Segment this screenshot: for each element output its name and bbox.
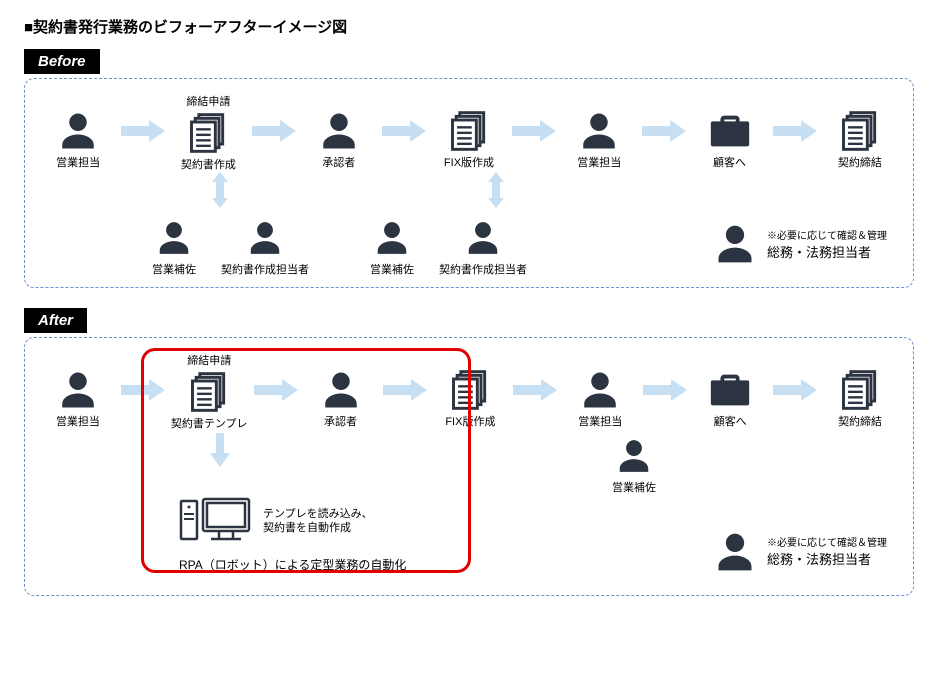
node-doc-signed: 契約締結 [823,93,897,170]
node-assist-1b: 契約書作成担当者 [215,214,315,277]
before-note: ※必要に応じて確認＆管理 総務・法務担当者 [713,222,887,269]
briefcase-icon [706,107,754,155]
arrow-icon [642,107,686,155]
briefcase-icon [706,366,754,414]
before-flow: 営業担当 締結申請 契約書作成 承認者 [41,93,897,172]
person-icon [713,222,757,269]
node-sales-2: 営業担当 [562,93,636,170]
arrow-icon [512,107,556,155]
node-assist-2a: 営業補佐 [357,214,427,277]
node-after-assist: 営業補佐 [593,432,675,495]
person-icon [150,214,198,262]
person-icon [315,107,363,155]
person-icon [241,214,289,262]
node-customer: 顧客へ [693,352,767,429]
person-icon [610,432,658,480]
before-panel: 営業担当 締結申請 契約書作成 承認者 [24,78,914,288]
after-label: After [24,308,87,333]
arrow-icon [773,107,817,155]
node-customer: 顧客へ [692,93,766,170]
page-title: ■契約書発行業務のビフォーアフターイメージ図 [24,16,914,37]
documents-icon [836,366,884,414]
arrow-icon [513,366,557,414]
node-doc-signed: 契約締結 [823,352,897,429]
node-sales-1: 営業担当 [41,352,115,429]
documents-icon [836,107,884,155]
after-panel: 営業担当 締結申請 契約書テンプレ 承認者 FIX版作成 営業担当 [24,337,914,595]
node-sales-2: 営業担当 [563,352,637,429]
documents-icon [184,109,232,157]
double-arrow-icon [472,172,520,208]
person-icon [368,214,416,262]
node-approver: 承認者 [302,93,376,170]
person-icon [713,530,757,577]
before-label: Before [24,49,100,74]
person-icon [54,366,102,414]
person-icon [575,107,623,155]
person-icon [459,214,507,262]
rpa-highlight-box [141,348,471,573]
node-assist-1a: 営業補佐 [139,214,209,277]
documents-icon [445,107,493,155]
arrow-icon [773,366,817,414]
node-doc-create: 締結申請 契約書作成 [171,93,245,172]
person-icon [54,107,102,155]
node-doc-fix: FIX版作成 [432,93,506,170]
double-arrow-icon [196,172,244,208]
arrow-icon [643,366,687,414]
node-assist-2b: 契約書作成担当者 [433,214,533,277]
after-note: ※必要に応じて確認＆管理 総務・法務担当者 [713,530,887,577]
node-sales-1: 営業担当 [41,93,115,170]
arrow-icon [382,107,426,155]
arrow-icon [252,107,296,155]
person-icon [576,366,624,414]
arrow-icon [121,107,165,155]
